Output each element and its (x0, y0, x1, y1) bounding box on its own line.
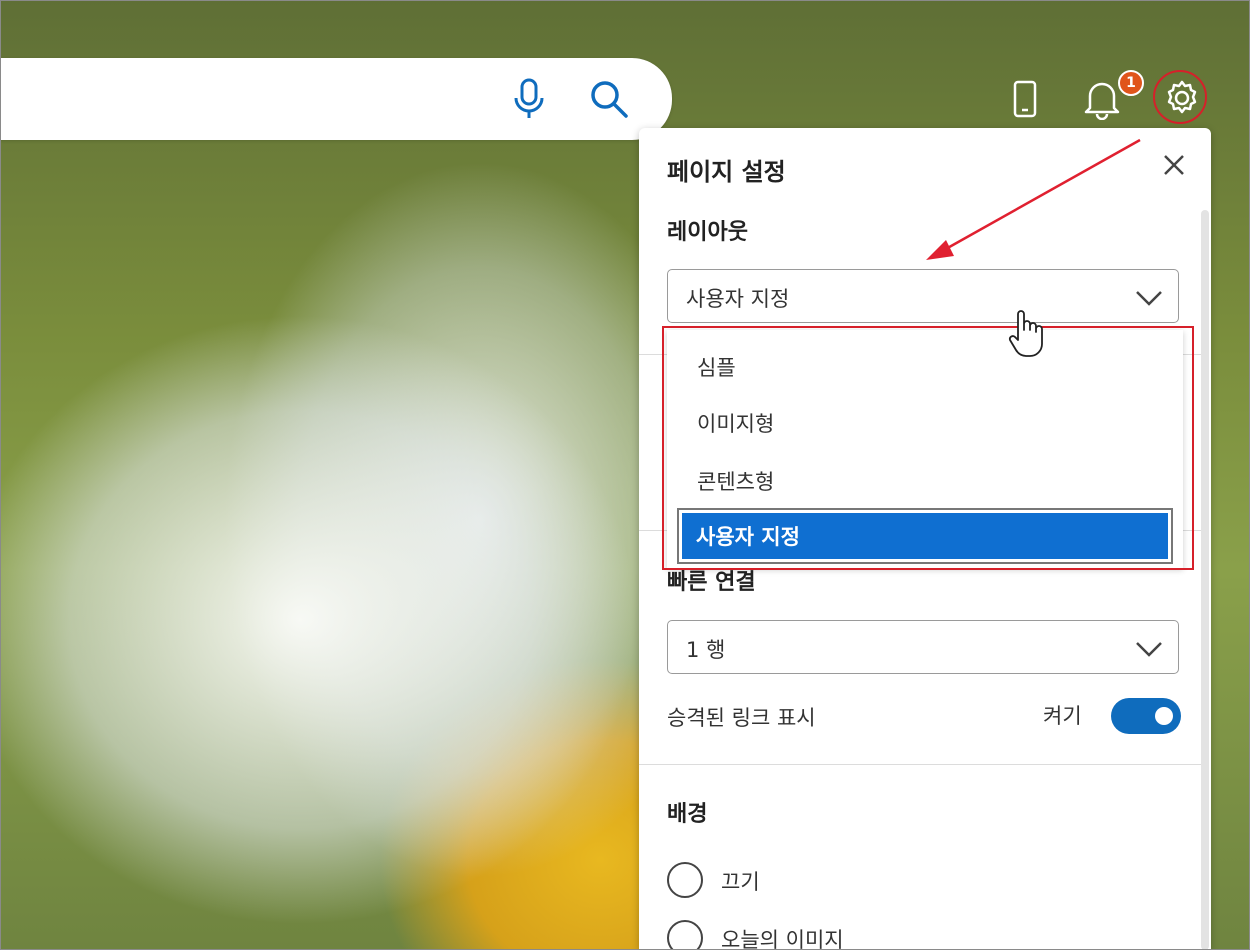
layout-option-simple[interactable]: 심플 (697, 352, 736, 382)
gear-annotation-circle (1153, 70, 1207, 124)
promoted-links-toggle[interactable] (1111, 698, 1181, 734)
rows-select[interactable]: 1 행 (667, 620, 1179, 674)
panel-title: 페이지 설정 (667, 158, 786, 186)
toggle-knob (1155, 707, 1173, 725)
layout-selected-value: 사용자 지정 (686, 287, 790, 311)
quick-links-label: 빠른 연결 (667, 570, 756, 595)
layout-select[interactable]: 사용자 지정 (667, 269, 1179, 323)
mic-icon[interactable] (510, 78, 548, 120)
layout-option-custom[interactable]: 사용자 지정 (682, 513, 1168, 559)
close-icon[interactable] (1159, 150, 1189, 180)
promoted-links-label: 승격된 링크 표시 (667, 706, 816, 730)
phone-icon[interactable] (1008, 78, 1042, 120)
chevron-down-icon (1134, 635, 1164, 661)
notification-badge: 1 (1118, 70, 1144, 96)
layout-option-content[interactable]: 콘텐츠형 (697, 466, 774, 496)
divider (639, 764, 1201, 765)
hand-cursor-icon (1006, 310, 1046, 360)
radio-circle[interactable] (667, 862, 703, 898)
rows-selected-value: 1 행 (686, 638, 726, 662)
layout-option-custom-focus: 사용자 지정 (677, 508, 1173, 564)
background-label: 배경 (667, 802, 708, 827)
layout-dropdown-list: 심플 이미지형 콘텐츠형 사용자 지정 (667, 330, 1183, 568)
radio-label: 오늘의 이미지 (721, 928, 844, 950)
radio-label: 끄기 (721, 870, 760, 894)
chevron-down-icon (1134, 284, 1164, 310)
toggle-state-label: 켜기 (1043, 704, 1082, 728)
search-icon[interactable] (588, 78, 630, 120)
radio-circle[interactable] (667, 920, 703, 950)
layout-label: 레이아웃 (667, 220, 748, 245)
bell-icon[interactable] (1082, 76, 1122, 120)
panel-scrollbar[interactable] (1201, 210, 1209, 950)
search-bar[interactable] (0, 58, 672, 140)
layout-option-image[interactable]: 이미지형 (697, 408, 774, 438)
